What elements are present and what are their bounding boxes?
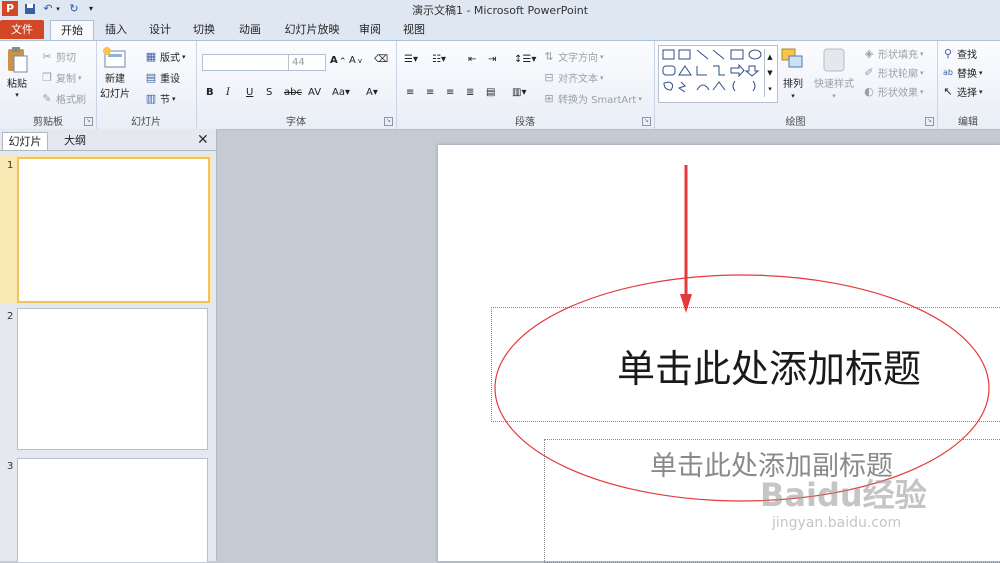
baidu-watermark-logo: Baidu经验 xyxy=(760,476,927,514)
highlight-ellipse xyxy=(494,274,990,502)
red-arrow-head xyxy=(680,294,692,313)
baidu-watermark-url: jingyan.baidu.com xyxy=(772,515,902,531)
